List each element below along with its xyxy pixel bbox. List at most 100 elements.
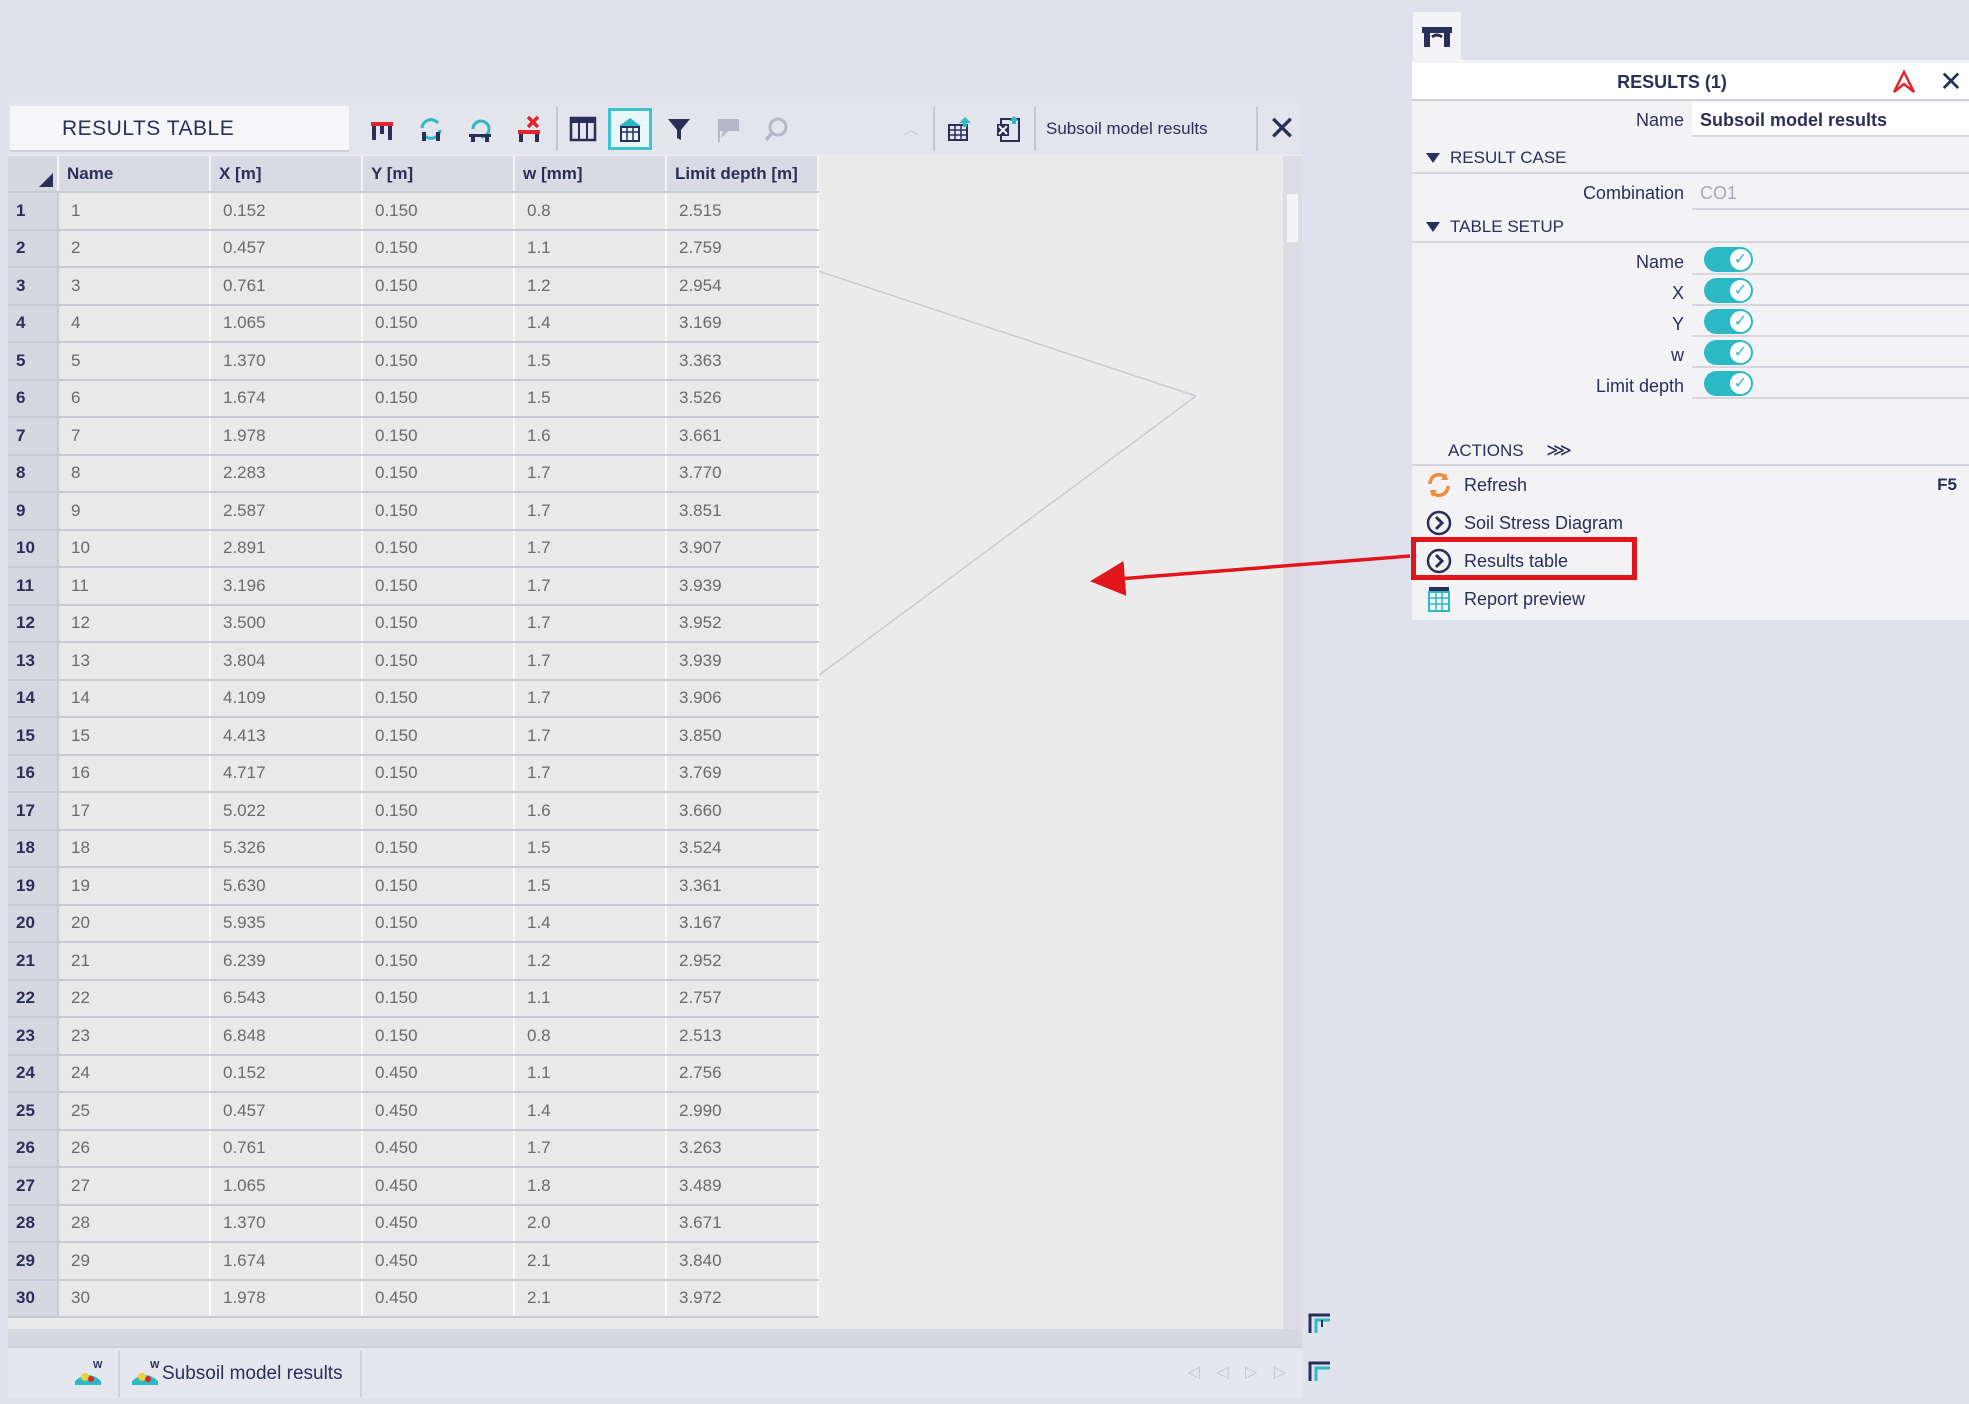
name-cell[interactable]: 25 xyxy=(58,1092,211,1131)
column-header-x[interactable]: X [m] xyxy=(210,156,363,193)
column-header-w[interactable]: w [mm] xyxy=(514,156,667,193)
limit-depth-cell[interactable]: 2.954 xyxy=(666,267,819,306)
w-cell[interactable]: 1.4 xyxy=(514,1092,667,1131)
limit-depth-cell[interactable]: 3.167 xyxy=(666,904,819,943)
vertical-scrollbar-thumb[interactable] xyxy=(1287,194,1298,242)
name-cell[interactable]: 26 xyxy=(58,1129,211,1168)
y-cell[interactable]: 0.150 xyxy=(362,867,515,906)
column-header-limit-depth[interactable]: Limit depth [m] xyxy=(666,156,819,193)
name-cell[interactable]: 29 xyxy=(58,1242,211,1281)
w-cell[interactable]: 1.7 xyxy=(514,717,667,756)
expand-actions-icon[interactable]: ⋙ xyxy=(1546,440,1572,460)
find-icon[interactable] xyxy=(755,108,799,150)
horizontal-scrollbar[interactable] xyxy=(8,1329,1302,1346)
limit-depth-cell[interactable]: 2.952 xyxy=(666,942,819,981)
w-cell[interactable]: 1.7 xyxy=(514,754,667,793)
y-cell[interactable]: 0.450 xyxy=(362,1129,515,1168)
close-results-table-button[interactable]: ✕ xyxy=(1260,107,1304,151)
x-cell[interactable]: 5.326 xyxy=(210,829,363,868)
limit-depth-cell[interactable]: 2.759 xyxy=(666,229,819,268)
row-number-cell[interactable]: 13 xyxy=(8,642,59,681)
x-cell[interactable]: 6.848 xyxy=(210,1017,363,1056)
name-cell[interactable]: 23 xyxy=(58,1017,211,1056)
y-cell[interactable]: 0.150 xyxy=(362,417,515,456)
row-number-cell[interactable]: 9 xyxy=(8,492,59,531)
w-cell[interactable]: 2.0 xyxy=(514,1204,667,1243)
name-cell[interactable]: 18 xyxy=(58,829,211,868)
pin-panel-icon[interactable] xyxy=(1890,68,1918,96)
refresh-structure-icon[interactable] xyxy=(409,108,453,150)
table-row[interactable]: 20 20 5.935 0.150 1.4 3.167 xyxy=(8,904,819,943)
name-cell[interactable]: 19 xyxy=(58,867,211,906)
y-cell[interactable]: 0.450 xyxy=(362,1279,515,1318)
w-cell[interactable]: 1.1 xyxy=(514,979,667,1018)
w-cell[interactable]: 1.2 xyxy=(514,942,667,981)
refresh-action[interactable]: Refresh F5 xyxy=(1412,466,1969,504)
columns-icon[interactable] xyxy=(561,108,605,150)
row-number-cell[interactable]: 6 xyxy=(8,379,59,418)
table-setup-section[interactable]: TABLE SETUP xyxy=(1412,211,1969,243)
x-cell[interactable]: 1.370 xyxy=(210,342,363,381)
w-cell[interactable]: 1.7 xyxy=(514,604,667,643)
export-table-icon[interactable] xyxy=(938,108,982,150)
table-row[interactable]: 5 5 1.370 0.150 1.5 3.363 xyxy=(8,342,819,381)
row-number-cell[interactable]: 27 xyxy=(8,1167,59,1206)
y-cell[interactable]: 0.150 xyxy=(362,529,515,568)
name-cell[interactable]: 15 xyxy=(58,717,211,756)
y-cell[interactable]: 0.150 xyxy=(362,192,515,231)
name-cell[interactable]: 20 xyxy=(58,904,211,943)
y-cell[interactable]: 0.450 xyxy=(362,1204,515,1243)
table-row[interactable]: 27 27 1.065 0.450 1.8 3.489 xyxy=(8,1167,819,1206)
table-row[interactable]: 9 9 2.587 0.150 1.7 3.851 xyxy=(8,492,819,531)
vertical-scrollbar[interactable] xyxy=(1283,156,1302,1329)
column-header-name[interactable]: Name xyxy=(58,156,211,193)
limit-depth-cell[interactable]: 3.972 xyxy=(666,1279,819,1318)
w-cell[interactable]: 1.1 xyxy=(514,229,667,268)
row-number-cell[interactable]: 26 xyxy=(8,1129,59,1168)
x-cell[interactable]: 0.761 xyxy=(210,267,363,306)
name-cell[interactable]: 8 xyxy=(58,454,211,493)
name-cell[interactable]: 6 xyxy=(58,379,211,418)
x-cell[interactable]: 0.457 xyxy=(210,229,363,268)
row-number-cell[interactable]: 5 xyxy=(8,342,59,381)
x-cell[interactable]: 1.065 xyxy=(210,1167,363,1206)
limit-depth-cell[interactable]: 3.770 xyxy=(666,454,819,493)
x-cell[interactable]: 3.500 xyxy=(210,604,363,643)
table-row[interactable]: 3 3 0.761 0.150 1.2 2.954 xyxy=(8,267,819,306)
row-number-cell[interactable]: 15 xyxy=(8,717,59,756)
y-cell[interactable]: 0.450 xyxy=(362,1054,515,1093)
limit-depth-cell[interactable]: 3.906 xyxy=(666,679,819,718)
x-cell[interactable]: 0.152 xyxy=(210,192,363,231)
name-value[interactable]: Subsoil model results xyxy=(1692,103,1969,137)
x-cell[interactable]: 2.587 xyxy=(210,492,363,531)
toggle-switch[interactable]: ✓ xyxy=(1704,340,1753,365)
limit-depth-cell[interactable]: 3.939 xyxy=(666,642,819,681)
filter-icon[interactable] xyxy=(657,108,701,150)
name-cell[interactable]: 17 xyxy=(58,792,211,831)
structure-icon[interactable] xyxy=(360,108,404,150)
table-row[interactable]: 13 13 3.804 0.150 1.7 3.939 xyxy=(8,642,819,681)
table-row[interactable]: 1 1 0.152 0.150 0.8 2.515 xyxy=(8,192,819,231)
export-excel-icon[interactable] xyxy=(987,108,1031,150)
w-cell[interactable]: 1.4 xyxy=(514,304,667,343)
y-cell[interactable]: 0.450 xyxy=(362,1092,515,1131)
limit-depth-cell[interactable]: 3.850 xyxy=(666,717,819,756)
table-row[interactable]: 14 14 4.109 0.150 1.7 3.906 xyxy=(8,679,819,718)
name-cell[interactable]: 14 xyxy=(58,679,211,718)
table-row[interactable]: 18 18 5.326 0.150 1.5 3.524 xyxy=(8,829,819,868)
frame-view-icon[interactable] xyxy=(1300,1302,1340,1342)
row-number-cell[interactable]: 1 xyxy=(8,192,59,231)
toggle-switch[interactable]: ✓ xyxy=(1704,371,1753,396)
limit-depth-cell[interactable]: 3.952 xyxy=(666,604,819,643)
x-cell[interactable]: 4.109 xyxy=(210,679,363,718)
column-header-y[interactable]: Y [m] xyxy=(362,156,515,193)
y-cell[interactable]: 0.150 xyxy=(362,717,515,756)
name-cell[interactable]: 13 xyxy=(58,642,211,681)
row-number-cell[interactable]: 23 xyxy=(8,1017,59,1056)
x-cell[interactable]: 4.717 xyxy=(210,754,363,793)
x-cell[interactable]: 1.674 xyxy=(210,379,363,418)
w-cell[interactable]: 1.8 xyxy=(514,1167,667,1206)
delete-results-icon[interactable] xyxy=(507,108,551,150)
y-cell[interactable]: 0.450 xyxy=(362,1242,515,1281)
limit-depth-cell[interactable]: 2.513 xyxy=(666,1017,819,1056)
